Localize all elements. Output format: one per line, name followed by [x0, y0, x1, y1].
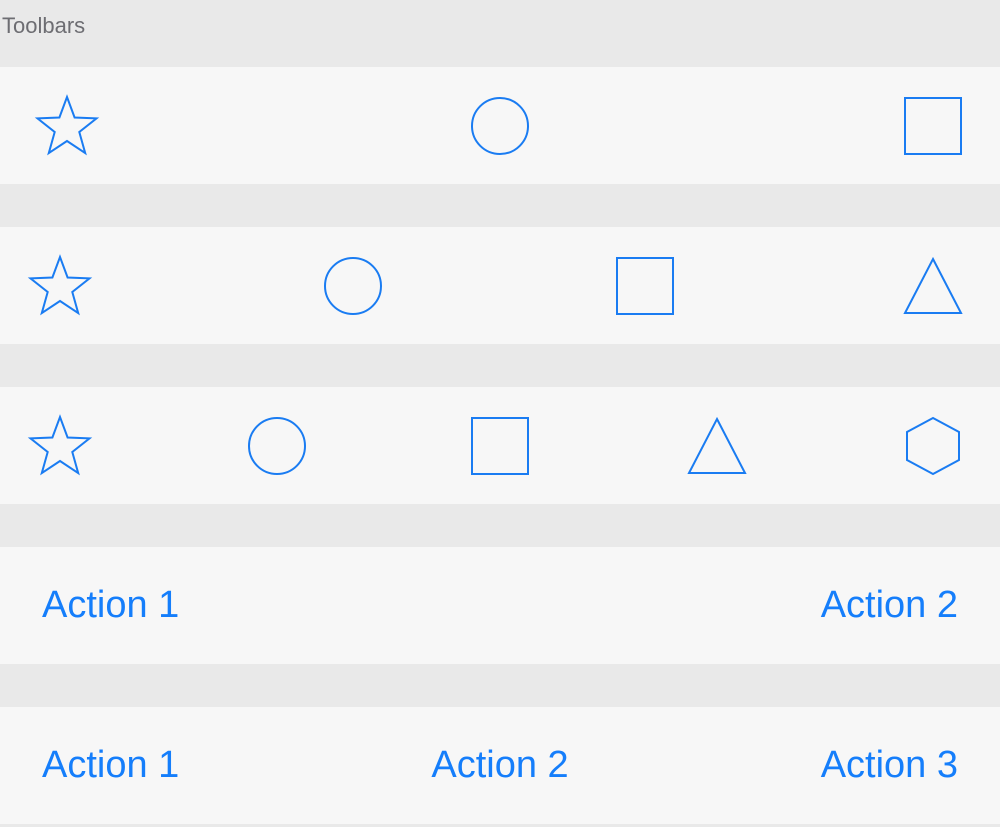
star-icon	[34, 93, 100, 155]
triangle-button[interactable]	[899, 227, 967, 344]
circle-icon	[248, 416, 306, 475]
square-icon	[616, 256, 674, 315]
square-icon	[904, 96, 962, 155]
action-1-button[interactable]: Action 1	[42, 547, 179, 664]
toolbar-4: Action 1 Action 2	[0, 547, 1000, 664]
toolbar-2	[0, 227, 1000, 344]
action-2-button[interactable]: Action 2	[821, 547, 958, 664]
hexagon-icon	[906, 416, 960, 475]
star-button[interactable]	[26, 227, 94, 344]
square-button[interactable]	[611, 227, 679, 344]
triangle-icon	[687, 416, 747, 474]
action-3-button[interactable]: Action 3	[821, 707, 958, 824]
square-button[interactable]	[466, 387, 534, 504]
toolbar-3	[0, 387, 1000, 504]
star-button[interactable]	[26, 387, 94, 504]
toolbar-5: Action 1 Action 2 Action 3	[0, 707, 1000, 824]
triangle-icon	[903, 256, 963, 314]
section-header: Toolbars	[0, 0, 1000, 50]
star-icon	[27, 253, 93, 315]
square-icon	[471, 416, 529, 475]
hexagon-button[interactable]	[899, 387, 967, 504]
circle-button[interactable]	[466, 67, 534, 184]
circle-icon	[324, 256, 382, 315]
toolbar-1	[0, 67, 1000, 184]
triangle-button[interactable]	[683, 387, 751, 504]
section-title: Toolbars	[2, 13, 86, 38]
star-icon	[27, 413, 93, 475]
circle-button[interactable]	[319, 227, 387, 344]
star-button[interactable]	[33, 67, 101, 184]
circle-icon	[471, 96, 529, 155]
circle-button[interactable]	[243, 387, 311, 504]
square-button[interactable]	[899, 67, 967, 184]
